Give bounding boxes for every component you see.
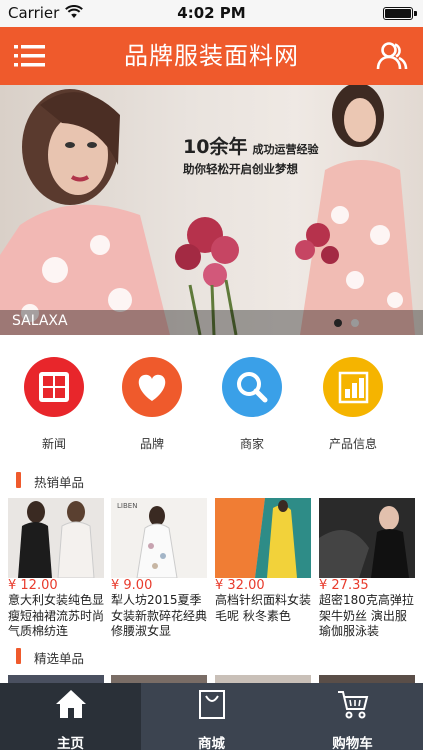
category-label: 新闻 <box>41 437 66 451</box>
product-image-peek[interactable] <box>215 675 311 683</box>
search-icon <box>222 357 282 417</box>
tab-home[interactable]: 主页 <box>0 683 141 750</box>
section-title-featured: 精选单品 <box>34 651 85 666</box>
product-price: ¥ 12.00 <box>8 578 58 593</box>
section-accent-bar <box>16 472 21 488</box>
status-bar: Carrier 4:02 PM <box>0 0 423 27</box>
nav-bar: 品牌服装面料网 <box>0 27 423 85</box>
category-label: 商家 <box>239 437 264 451</box>
heart-icon <box>122 357 182 417</box>
carousel-dot-1[interactable] <box>334 319 342 327</box>
category-label: 产品信息 <box>328 437 377 451</box>
product-image <box>319 498 415 578</box>
banner-headline-small: 成功运营经验 <box>252 143 319 156</box>
product-price: ¥ 9.00 <box>111 578 153 593</box>
page-title: 品牌服装面料网 <box>124 42 299 70</box>
product-image-peek[interactable] <box>111 675 207 683</box>
tab-label: 商城 <box>198 736 225 750</box>
grid-icon <box>24 357 84 417</box>
banner-headline-line2: 助你轻松开启创业梦想 <box>183 162 298 176</box>
product-card[interactable]: ¥ 27.35 超密180克高弹拉架牛奶丝 演出服瑜伽服泳装 <box>319 498 415 640</box>
tab-label: 购物车 <box>332 736 373 750</box>
category-grid: 新闻 品牌 商家 产品信息 <box>0 335 423 460</box>
product-price: ¥ 27.35 <box>319 578 369 593</box>
section-accent-bar <box>16 648 21 664</box>
product-card[interactable]: ¥ 32.00 高档针织面料女装毛呢 秋冬素色 <box>215 498 311 640</box>
product-image-peek[interactable] <box>8 675 104 683</box>
cart-icon <box>337 691 368 719</box>
product-list: ¥ 12.00 意大利女装纯色显瘦短袖裙流苏时尚气质棉纺连 LIBEN ¥ 9.… <box>0 498 423 638</box>
carousel-dot-2[interactable] <box>351 319 359 327</box>
banner-image <box>0 85 415 335</box>
tab-mall[interactable]: 商城 <box>141 683 282 750</box>
battery-icon <box>383 7 417 20</box>
category-merchant[interactable]: 商家 <box>220 357 284 452</box>
users-icon[interactable] <box>375 39 409 73</box>
banner-caption-bar: SALAXA <box>0 310 423 335</box>
status-time: 4:02 PM <box>177 4 246 22</box>
menu-icon[interactable] <box>12 41 48 71</box>
shopping-bag-icon <box>198 690 225 719</box>
carousel-dots[interactable] <box>334 319 359 327</box>
product-image-peek[interactable] <box>319 675 415 683</box>
tab-bar: 主页 商城 购物车 <box>0 683 423 750</box>
category-label: 品牌 <box>139 437 164 451</box>
promo-banner[interactable]: 10余年 成功运营经验 助你轻松开启创业梦想 SALAXA <box>0 85 423 335</box>
app-screen: Carrier 4:02 PM 品牌服装面料网 10余年 成功运营经验 助你轻松… <box>0 0 423 750</box>
tab-label: 主页 <box>57 736 84 750</box>
section-header-hot: 热销单品 <box>0 467 423 495</box>
product-image <box>8 498 104 578</box>
tab-cart[interactable]: 购物车 <box>282 683 423 750</box>
section-header-featured: 精选单品 <box>0 643 423 671</box>
banner-headline: 10余年 成功运营经验 助你轻松开启创业梦想 <box>183 132 319 177</box>
product-card[interactable]: LIBEN ¥ 9.00 犁人坊2015夏季女装新款碎花经典修腰淑女显 <box>111 498 207 640</box>
bar-chart-icon <box>323 357 383 417</box>
product-name: 意大利女装纯色显瘦短袖裙流苏时尚气质棉纺连 <box>8 593 104 638</box>
product-name: 高档针织面料女装毛呢 秋冬素色 <box>215 593 311 623</box>
product-card[interactable]: ¥ 12.00 意大利女装纯色显瘦短袖裙流苏时尚气质棉纺连 <box>8 498 104 640</box>
section-title-hot: 热销单品 <box>34 475 85 490</box>
product-thumb-brand: LIBEN <box>117 502 137 510</box>
banner-headline-big: 10余年 <box>183 136 248 158</box>
product-name: 超密180克高弹拉架牛奶丝 演出服瑜伽服泳装 <box>319 593 414 638</box>
category-brand[interactable]: 品牌 <box>120 357 184 452</box>
banner-caption: SALAXA <box>12 313 68 329</box>
product-price: ¥ 32.00 <box>215 578 265 593</box>
category-product-info[interactable]: 产品信息 <box>321 357 385 452</box>
product-name: 犁人坊2015夏季女装新款碎花经典修腰淑女显 <box>111 593 207 638</box>
home-icon <box>55 690 86 718</box>
product-image <box>215 498 311 578</box>
category-news[interactable]: 新闻 <box>22 357 86 452</box>
product-image: LIBEN <box>111 498 207 578</box>
